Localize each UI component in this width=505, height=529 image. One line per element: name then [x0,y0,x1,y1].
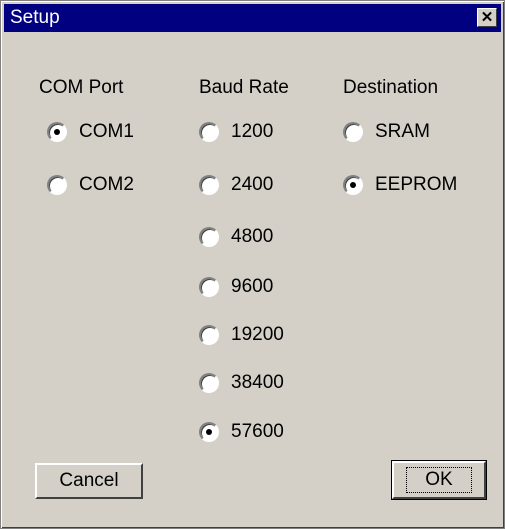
radio-baud-57600[interactable]: 57600 [199,418,284,446]
radio-label: 2400 [231,174,274,195]
radio-button-icon[interactable] [47,122,67,142]
radio-label: 38400 [231,372,284,393]
radio-button-icon[interactable] [343,122,363,142]
radio-button-icon[interactable] [199,175,219,195]
baud-rate-header: Baud Rate [199,77,289,98]
radio-baud-9600[interactable]: 9600 [199,273,273,301]
window-title: Setup [10,7,60,28]
close-button[interactable]: ✕ [477,8,497,27]
ok-button[interactable]: OK [391,460,487,500]
radio-com2[interactable]: COM2 [47,171,134,199]
radio-baud-4800[interactable]: 4800 [199,223,273,251]
ok-button-label: OK [406,467,472,493]
radio-button-icon[interactable] [199,422,219,442]
title-bar[interactable]: Setup ✕ [4,4,501,32]
radio-button-icon[interactable] [199,373,219,393]
radio-label: 4800 [231,226,274,247]
radio-label: 19200 [231,324,284,345]
radio-label: EEPROM [375,174,458,195]
radio-sram[interactable]: SRAM [343,118,430,146]
radio-label: 1200 [231,121,274,142]
radio-label: SRAM [375,121,430,142]
setup-dialog: Setup ✕ COM Port COM1 COM2 Baud Rate 120… [0,0,505,529]
close-icon: ✕ [480,9,494,26]
radio-label: COM2 [79,174,134,195]
radio-button-icon[interactable] [199,325,219,345]
radio-button-icon[interactable] [199,227,219,247]
radio-baud-2400[interactable]: 2400 [199,171,273,199]
radio-baud-19200[interactable]: 19200 [199,321,284,349]
cancel-button[interactable]: Cancel [35,463,143,499]
radio-label: COM1 [79,121,134,142]
radio-button-icon[interactable] [47,175,67,195]
destination-header: Destination [343,77,439,98]
radio-button-icon[interactable] [199,122,219,142]
radio-button-icon[interactable] [199,277,219,297]
radio-label: 57600 [231,421,284,442]
cancel-button-label: Cancel [59,470,119,491]
radio-baud-38400[interactable]: 38400 [199,369,284,397]
com-port-header: COM Port [39,77,124,98]
radio-eeprom[interactable]: EEPROM [343,171,457,199]
radio-baud-1200[interactable]: 1200 [199,118,273,146]
radio-button-icon[interactable] [343,175,363,195]
radio-com1[interactable]: COM1 [47,118,134,146]
radio-label: 9600 [231,276,274,297]
